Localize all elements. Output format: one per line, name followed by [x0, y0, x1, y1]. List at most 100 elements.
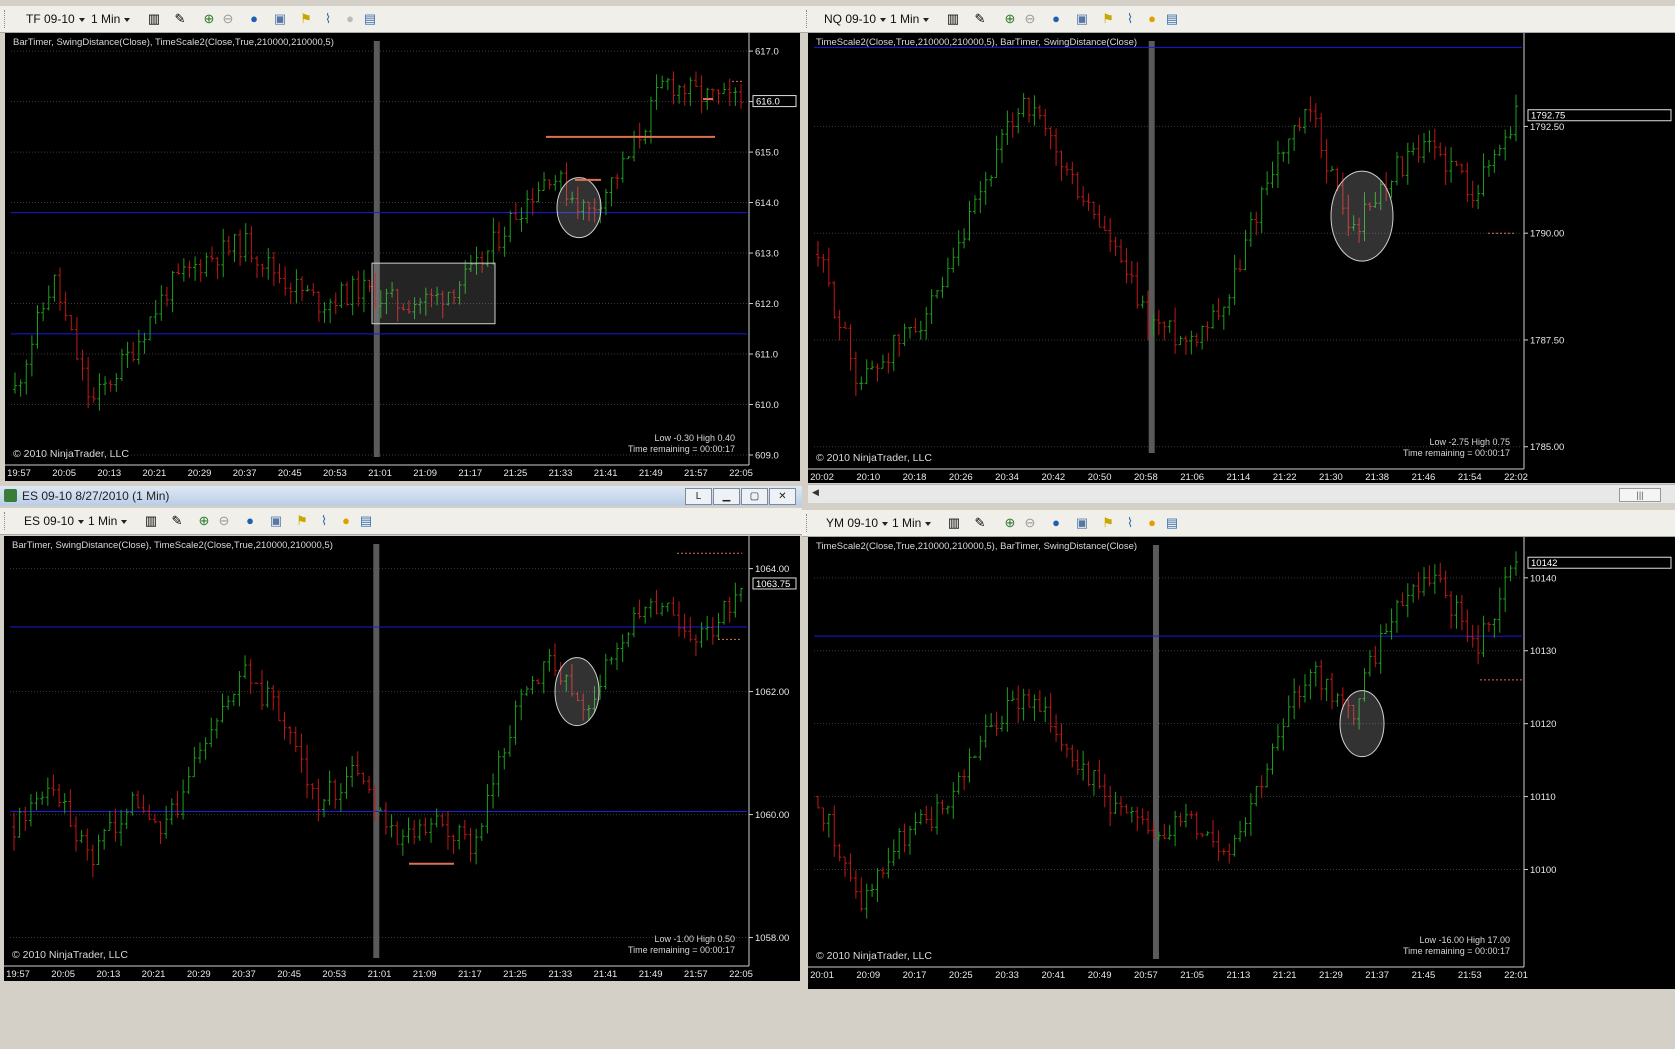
toolbar-grip[interactable] [806, 10, 810, 28]
price-bar [1265, 763, 1270, 788]
price-bar [880, 354, 885, 369]
properties-icon[interactable]: ▣ [1074, 515, 1090, 531]
interval-selector[interactable]: 1 Min [84, 512, 129, 530]
price-bar [440, 812, 445, 828]
price-chart[interactable]: TimeScale2(Close,True,210000,210000,5), … [808, 537, 1675, 989]
scrollbar-thumb[interactable]: ||| [1619, 488, 1661, 502]
price-bar [1086, 193, 1091, 211]
price-bar [507, 725, 512, 757]
price-bar [632, 130, 637, 162]
price-bar [300, 276, 305, 302]
properties-icon[interactable]: ▣ [1074, 11, 1090, 27]
window-titlebar[interactable]: ES 09-10 8/27/2010 (1 Min) L ▁ ▢ ✕ [0, 486, 802, 506]
price-chart[interactable]: BarTimer, SwingDistance(Close), TimeScal… [4, 536, 800, 981]
price-bar [135, 790, 140, 809]
zoom-out-icon[interactable]: ⊖ [216, 513, 232, 529]
price-bar [1064, 162, 1069, 176]
draw-tool-icon[interactable]: ✎ [972, 515, 988, 531]
price-bar [962, 769, 967, 791]
price-bar [1384, 623, 1389, 635]
x-tick-label: 21:13 [1227, 970, 1251, 981]
data-box-icon[interactable]: ▤ [358, 513, 374, 529]
highlight-ellipse [1339, 690, 1385, 758]
zoom-in-icon[interactable]: ⊕ [196, 513, 212, 529]
data-box-icon[interactable]: ▤ [362, 11, 378, 27]
draw-tool-icon[interactable]: ✎ [169, 513, 185, 529]
price-bar [880, 867, 885, 879]
zoom-out-icon[interactable]: ⊖ [220, 11, 236, 27]
interval-selector[interactable]: 1 Min [87, 10, 132, 28]
properties-icon[interactable]: ▣ [272, 11, 288, 27]
price-bar [1297, 685, 1302, 709]
zoom-in-icon[interactable]: ⊕ [1002, 11, 1018, 27]
zoom-out-icon[interactable]: ⊖ [1022, 11, 1038, 27]
strategy-icon[interactable]: ⚑ [298, 11, 314, 27]
bar-style-icon[interactable]: ▥ [143, 513, 159, 529]
bar-style-icon[interactable]: ▥ [146, 11, 162, 27]
price-bar [1514, 94, 1518, 142]
globe-icon[interactable]: ● [1048, 11, 1064, 27]
price-chart[interactable]: BarTimer, SwingDistance(Close), TimeScal… [5, 33, 800, 481]
dollar-icon[interactable]: ● [1144, 515, 1160, 531]
close-button[interactable]: ✕ [769, 488, 796, 505]
price-bar [1394, 152, 1399, 186]
bar-style-icon[interactable]: ▥ [945, 11, 961, 27]
strategy-icon[interactable]: ⚑ [1100, 515, 1116, 531]
toolbar-grip[interactable] [4, 512, 8, 530]
bar-style-icon[interactable]: ▥ [946, 515, 962, 531]
strategy-icon[interactable]: ⚑ [294, 513, 310, 529]
price-bar [1064, 743, 1069, 758]
toolbar-grip[interactable] [806, 514, 810, 532]
price-bar [897, 828, 902, 860]
x-tick-label: 21:17 [458, 969, 482, 980]
horizontal-scrollbar[interactable]: ◀ ||| [808, 484, 1675, 503]
swing-distance-text: Low -2.75 High 0.75 [1429, 437, 1510, 447]
zoom-in-icon[interactable]: ⊕ [201, 11, 217, 27]
price-bar [1432, 128, 1437, 160]
price-bar [496, 750, 501, 797]
draw-tool-icon[interactable]: ✎ [972, 11, 988, 27]
interval-selector[interactable]: 1 Min [888, 514, 933, 532]
globe-icon[interactable]: ● [242, 513, 258, 529]
price-bar [237, 671, 242, 707]
interval-selector[interactable]: 1 Min [886, 10, 931, 28]
data-box-icon[interactable]: ▤ [1164, 515, 1180, 531]
y-tick-label: 1792.50 [1530, 122, 1564, 133]
price-bar [875, 363, 880, 382]
globe-icon[interactable]: ● [1048, 515, 1064, 531]
dollar-icon[interactable]: ● [338, 513, 354, 529]
instrument-selector[interactable]: ES 09-10 [20, 512, 86, 530]
globe-icon[interactable]: ● [246, 11, 262, 27]
price-bar [68, 789, 73, 828]
instrument-selector[interactable]: YM 09-10 [822, 514, 890, 532]
dollar-icon[interactable]: ● [342, 11, 358, 27]
strategy-icon[interactable]: ⚑ [1100, 11, 1116, 27]
price-bar [1200, 833, 1205, 838]
price-bar [23, 806, 28, 831]
scroll-left-icon[interactable]: ◀ [812, 487, 819, 498]
maximize-button[interactable]: ▢ [741, 488, 768, 505]
properties-icon[interactable]: ▣ [268, 513, 284, 529]
price-bar [1124, 247, 1129, 284]
toolbar-grip[interactable] [4, 10, 8, 28]
indicator-icon[interactable]: ⌇ [316, 513, 332, 529]
price-bar [1010, 690, 1015, 702]
indicator-icon[interactable]: ⌇ [1122, 11, 1138, 27]
data-box-icon[interactable]: ▤ [1164, 11, 1180, 27]
draw-tool-icon[interactable]: ✎ [172, 11, 188, 27]
price-bar [1422, 132, 1427, 163]
dollar-icon[interactable]: ● [1144, 11, 1160, 27]
y-tick-label: 613.0 [755, 249, 779, 260]
zoom-in-icon[interactable]: ⊕ [1002, 515, 1018, 531]
price-bar [1497, 144, 1502, 156]
indicator-icon[interactable]: ⌇ [1122, 515, 1138, 531]
minimize-button[interactable]: ▁ [713, 488, 740, 505]
price-chart[interactable]: TimeScale2(Close,True,210000,210000,5), … [808, 33, 1675, 483]
instrument-selector[interactable]: NQ 09-10 [820, 10, 888, 28]
instrument-selector[interactable]: TF 09-10 [22, 10, 87, 28]
price-bar [940, 276, 945, 299]
indicator-icon[interactable]: ⌇ [320, 11, 336, 27]
zoom-out-icon[interactable]: ⊖ [1022, 515, 1038, 531]
link-button[interactable]: L [685, 488, 712, 505]
price-bar [999, 129, 1004, 164]
